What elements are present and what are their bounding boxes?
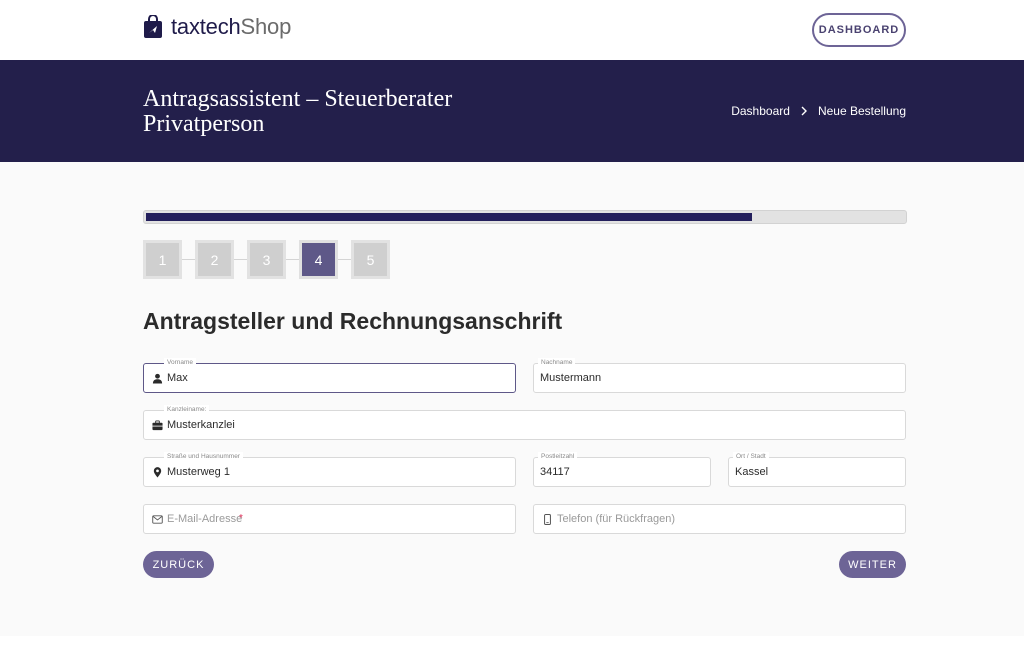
step-2[interactable]: 2	[195, 240, 234, 279]
main-content: 1 2 3 4 5 Antragsteller und Rechnungsans…	[0, 162, 1024, 636]
email-field[interactable]: *	[143, 504, 516, 534]
dashboard-button[interactable]: DASHBOARD	[812, 13, 906, 47]
vorname-field[interactable]: Vorname	[143, 358, 516, 393]
breadcrumb-item-dashboard[interactable]: Dashboard	[731, 104, 790, 118]
logo-text-suffix: Shop	[240, 14, 292, 39]
page-title-line-2: Privatperson	[143, 111, 265, 137]
ort-field[interactable]: Ort / Stadt	[728, 452, 906, 487]
briefcase-icon	[152, 420, 163, 431]
ort-input[interactable]	[735, 458, 899, 486]
logo-text: taxtechShop	[171, 14, 291, 40]
back-button[interactable]: ZURÜCK	[143, 551, 214, 578]
step-4[interactable]: 4	[299, 240, 338, 279]
breadcrumb-item-current: Neue Bestellung	[817, 104, 906, 118]
map-pin-icon	[153, 467, 162, 478]
step-3[interactable]: 3	[247, 240, 286, 279]
nachname-input[interactable]	[540, 364, 899, 392]
wizard-steps: 1 2 3 4 5	[143, 240, 390, 279]
next-button[interactable]: WEITER	[839, 551, 906, 578]
nachname-field[interactable]: Nachname	[533, 358, 906, 393]
page-title: Antragsassistent – Steuerberater Privatp…	[143, 87, 583, 137]
kanzlei-field[interactable]: Kanzleiname:	[143, 405, 906, 440]
progress-bar-fill	[144, 211, 754, 223]
user-icon	[152, 373, 163, 384]
envelope-icon	[152, 515, 163, 524]
page-title-line-1: Antragsassistent – Steuerberater	[143, 86, 453, 112]
page-header-banner: Antragsassistent – Steuerberater Privatp…	[0, 60, 1024, 162]
required-marker: *	[239, 513, 243, 524]
step-5[interactable]: 5	[351, 240, 390, 279]
chevron-right-icon	[801, 106, 807, 116]
logo-text-main: taxtech	[171, 14, 241, 39]
shopping-bag-icon	[144, 15, 162, 38]
strasse-input[interactable]	[167, 458, 509, 486]
strasse-field[interactable]: Straße und Hausnummer	[143, 452, 516, 487]
step-connector	[182, 259, 195, 260]
kanzlei-input[interactable]	[167, 411, 899, 439]
step-connector	[338, 259, 351, 260]
step-connector	[286, 259, 299, 260]
section-title: Antragsteller und Rechnungsanschrift	[143, 308, 563, 334]
mobile-phone-icon	[544, 514, 551, 525]
plz-input[interactable]	[540, 458, 704, 486]
email-input[interactable]	[167, 505, 509, 533]
logo[interactable]: taxtechShop	[143, 14, 291, 40]
step-connector	[234, 259, 247, 260]
vorname-input[interactable]	[167, 364, 509, 392]
telefon-input[interactable]	[557, 505, 899, 533]
top-bar: taxtechShop DASHBOARD	[0, 0, 1024, 60]
plz-field[interactable]: Postleitzahl	[533, 452, 711, 487]
breadcrumb: Dashboard Neue Bestellung	[731, 104, 906, 118]
step-1[interactable]: 1	[143, 240, 182, 279]
telefon-field[interactable]	[533, 504, 906, 534]
progress-bar	[143, 210, 907, 224]
